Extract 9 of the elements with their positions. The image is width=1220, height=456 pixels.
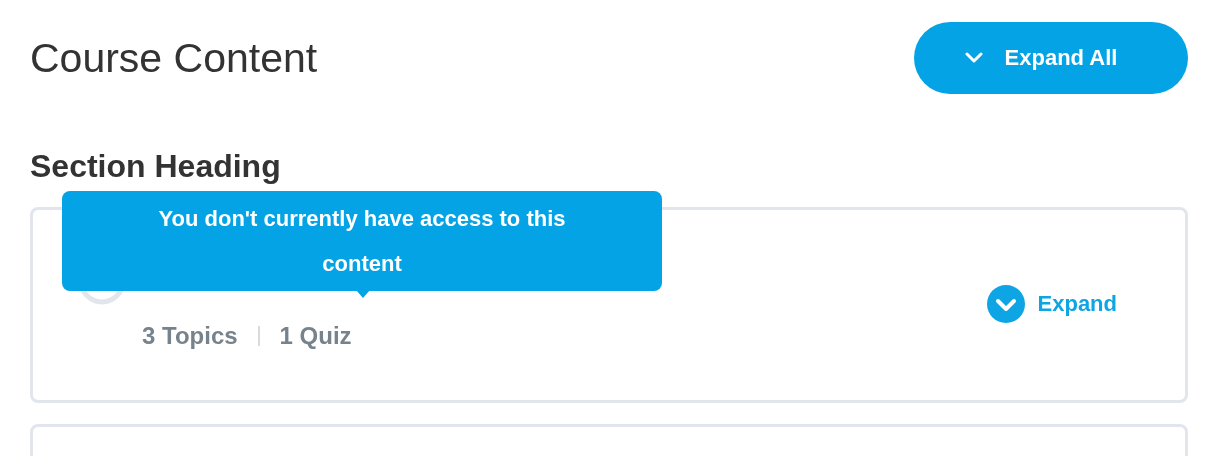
lesson-stat: 3 Topics (142, 321, 238, 351)
section-heading: Section Heading (30, 148, 282, 185)
lesson-stat: 1 Quiz (279, 321, 352, 351)
page-title: Course Content (30, 34, 318, 82)
chevron-circle-icon (986, 285, 1025, 323)
chevron-down-icon (964, 52, 983, 64)
expand-button[interactable]: Expand (986, 285, 1117, 323)
tooltip-arrow (356, 290, 370, 298)
expand-all-button[interactable]: Expand All (914, 22, 1188, 94)
